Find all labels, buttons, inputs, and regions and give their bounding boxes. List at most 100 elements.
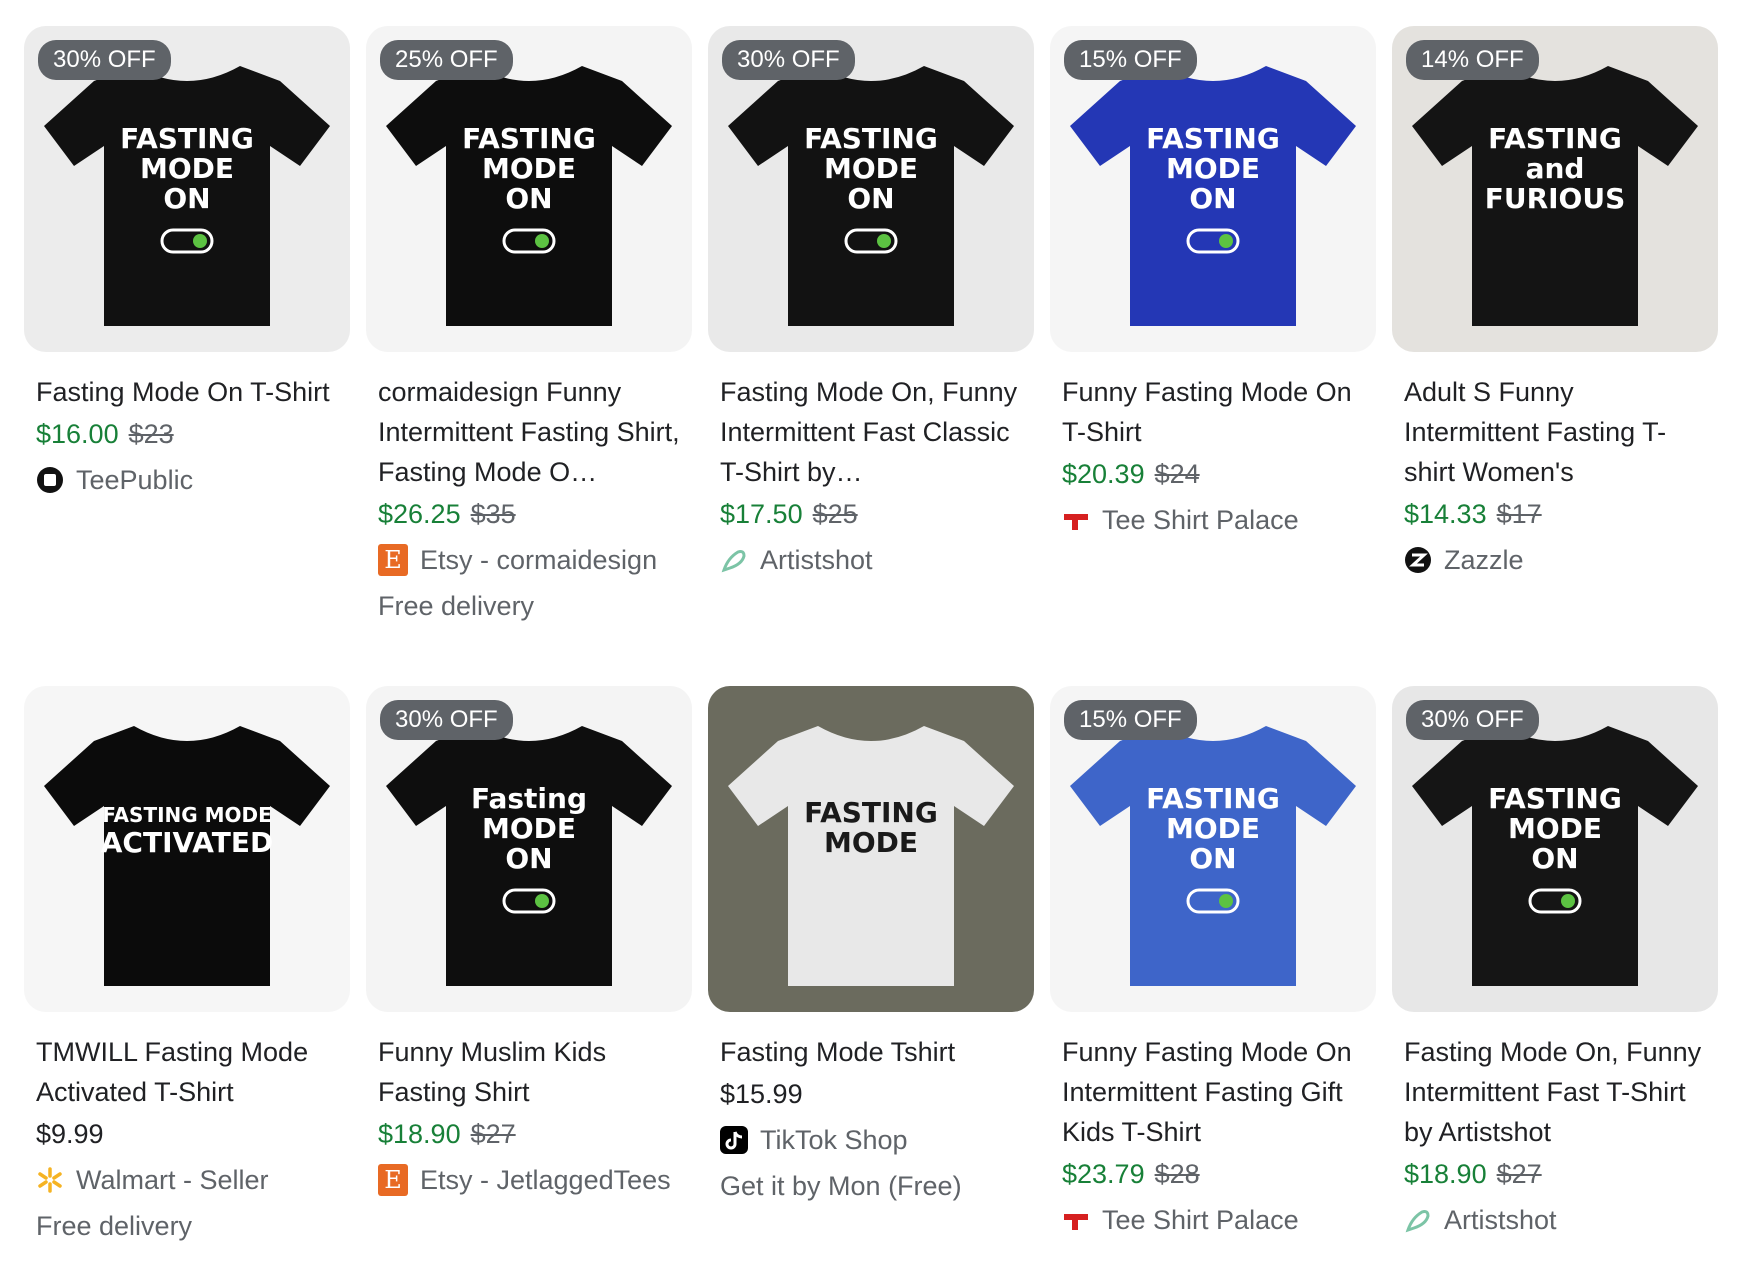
product-image[interactable]: 15% OFF FASTING MODE ON — [1050, 686, 1376, 1012]
tshirt-illustration: FASTING MODE — [708, 686, 1034, 1012]
store-name[interactable]: E Etsy - cormaidesign — [378, 540, 680, 580]
product-title[interactable]: TMWILL Fasting Mode Activated T-Shirt — [36, 1032, 338, 1112]
svg-text:FASTING: FASTING — [462, 122, 596, 155]
store-label: Etsy - JetlaggedTees — [420, 1165, 671, 1195]
store-name[interactable]: Tee Shirt Palace — [1062, 500, 1364, 540]
product-card[interactable]: 30% OFF FASTING MODE ON Fasting Mode On T-Sh… — [24, 26, 350, 666]
svg-text:ON: ON — [847, 182, 894, 215]
product-title[interactable]: Fasting Mode On T-Shirt — [36, 372, 338, 412]
svg-text:FASTING: FASTING — [1146, 122, 1280, 155]
store-name[interactable]: Walmart - Seller — [36, 1160, 338, 1200]
svg-text:ON: ON — [505, 182, 552, 215]
store-name[interactable]: Tee Shirt Palace — [1062, 1200, 1364, 1240]
price-row: $16.00 $23 — [36, 414, 338, 454]
svg-text:MODE: MODE — [140, 152, 234, 185]
product-price: $17.50 — [720, 499, 803, 529]
price-row: $23.79 $28 — [1062, 1154, 1364, 1194]
store-label: Etsy - cormaidesign — [420, 545, 658, 575]
product-grid: 30% OFF FASTING MODE ON Fasting Mode On T-Sh… — [24, 26, 1718, 1266]
product-price: $18.90 — [378, 1119, 461, 1149]
product-image[interactable]: FASTING MODE ACTIVATED — [24, 686, 350, 1012]
discount-badge: 25% OFF — [380, 40, 513, 80]
walmart-icon — [36, 1166, 64, 1194]
product-title[interactable]: Funny Fasting Mode On T-Shirt — [1062, 372, 1364, 452]
product-price: $20.39 — [1062, 459, 1145, 489]
product-title[interactable]: Funny Muslim Kids Fasting Shirt — [378, 1032, 680, 1112]
original-price: $27 — [470, 1119, 516, 1149]
store-label: Tee Shirt Palace — [1102, 505, 1299, 535]
etsy-icon: E — [378, 1164, 408, 1196]
product-card[interactable]: 30% OFF FASTING MODE ON Fasting Mode On, Fun… — [708, 26, 1034, 666]
product-price: $23.79 — [1062, 1159, 1145, 1189]
product-image[interactable]: 30% OFF FASTING MODE ON — [24, 26, 350, 352]
product-card[interactable]: 30% OFF Fasting MODE ON Funny Muslim Kids Fa… — [366, 686, 692, 1266]
store-label: Zazzle — [1444, 545, 1524, 575]
product-image[interactable]: 25% OFF FASTING MODE ON — [366, 26, 692, 352]
product-card[interactable]: 30% OFF FASTING MODE ON Fasting Mode On, Fun… — [1392, 686, 1718, 1266]
store-name[interactable]: Zazzle — [1404, 540, 1706, 580]
product-title[interactable]: Adult S Funny Intermittent Fasting T-shi… — [1404, 372, 1706, 492]
svg-text:Fasting: Fasting — [471, 782, 587, 815]
product-image[interactable]: 30% OFF FASTING MODE ON — [708, 26, 1034, 352]
discount-badge: 15% OFF — [1064, 40, 1197, 80]
product-image[interactable]: 14% OFF FASTING and FURIOUS — [1392, 26, 1718, 352]
discount-badge: 14% OFF — [1406, 40, 1539, 80]
zazzle-icon — [1404, 546, 1432, 574]
product-card[interactable]: 14% OFF FASTING and FURIOUS Adult S Funny In… — [1392, 26, 1718, 666]
store-label: Tee Shirt Palace — [1102, 1205, 1299, 1235]
price-row: $14.33 $17 — [1404, 494, 1706, 534]
svg-text:MODE: MODE — [482, 152, 576, 185]
product-card[interactable]: 15% OFF FASTING MODE ON Funny Fasting Mode O… — [1050, 26, 1376, 666]
tiktok-icon — [720, 1126, 748, 1154]
price-row: $18.90 $27 — [1404, 1154, 1706, 1194]
product-title[interactable]: Fasting Mode Tshirt — [720, 1032, 1022, 1072]
product-title[interactable]: Funny Fasting Mode On Intermittent Fasti… — [1062, 1032, 1364, 1152]
svg-text:FASTING: FASTING — [1488, 782, 1622, 815]
store-name[interactable]: TeePublic — [36, 460, 338, 500]
price-row: $26.25 $35 — [378, 494, 680, 534]
product-price: $14.33 — [1404, 499, 1487, 529]
discount-badge: 30% OFF — [722, 40, 855, 80]
product-image[interactable]: FASTING MODE — [708, 686, 1034, 1012]
price-row: $20.39 $24 — [1062, 454, 1364, 494]
store-label: Artistshot — [1444, 1205, 1557, 1235]
svg-text:and: and — [1526, 152, 1585, 185]
store-name[interactable]: Artistshot — [1404, 1200, 1706, 1240]
store-label: TeePublic — [76, 465, 194, 495]
product-card[interactable]: 25% OFF FASTING MODE ON cormaidesign Funny I… — [366, 26, 692, 666]
discount-badge: 30% OFF — [380, 700, 513, 740]
product-card[interactable]: FASTING MODE ACTIVATED TMWILL Fasting Mode… — [24, 686, 350, 1266]
store-name[interactable]: Artistshot — [720, 540, 1022, 580]
store-label: TikTok Shop — [760, 1125, 908, 1155]
store-name[interactable]: E Etsy - JetlaggedTees — [378, 1160, 680, 1200]
svg-text:ACTIVATED: ACTIVATED — [101, 826, 273, 859]
svg-text:FASTING: FASTING — [804, 796, 938, 829]
teeshirtpalace-icon — [1062, 506, 1090, 534]
product-price: $9.99 — [36, 1119, 104, 1149]
svg-text:FASTING MODE: FASTING MODE — [102, 803, 272, 827]
product-title[interactable]: cormaidesign Funny Intermittent Fasting … — [378, 372, 680, 492]
price-row: $9.99 — [36, 1114, 338, 1154]
store-label: Artistshot — [760, 545, 873, 575]
product-image[interactable]: 15% OFF FASTING MODE ON — [1050, 26, 1376, 352]
price-row: $15.99 — [720, 1074, 1022, 1114]
product-title[interactable]: Fasting Mode On, Funny Intermittent Fast… — [720, 372, 1022, 492]
delivery-note: Free delivery — [378, 591, 535, 621]
store-label: Walmart - Seller — [76, 1165, 269, 1195]
teepublic-icon — [36, 466, 64, 494]
teeshirtpalace-icon — [1062, 1206, 1090, 1234]
etsy-icon: E — [378, 544, 408, 576]
product-card[interactable]: FASTING MODE Fasting Mode Tshirt $15.99 TikT… — [708, 686, 1034, 1266]
discount-badge: 30% OFF — [38, 40, 171, 80]
svg-text:MODE: MODE — [482, 812, 576, 845]
product-card[interactable]: 15% OFF FASTING MODE ON Funny Fasting Mode O… — [1050, 686, 1376, 1266]
product-image[interactable]: 30% OFF Fasting MODE ON — [366, 686, 692, 1012]
original-price: $35 — [470, 499, 516, 529]
svg-text:FASTING: FASTING — [1488, 122, 1622, 155]
original-price: $25 — [812, 499, 858, 529]
product-image[interactable]: 30% OFF FASTING MODE ON — [1392, 686, 1718, 1012]
product-title[interactable]: Fasting Mode On, Funny Intermittent Fast… — [1404, 1032, 1706, 1152]
artistshot-icon — [1404, 1206, 1432, 1234]
store-name[interactable]: TikTok Shop — [720, 1120, 1022, 1160]
product-price: $16.00 — [36, 419, 119, 449]
